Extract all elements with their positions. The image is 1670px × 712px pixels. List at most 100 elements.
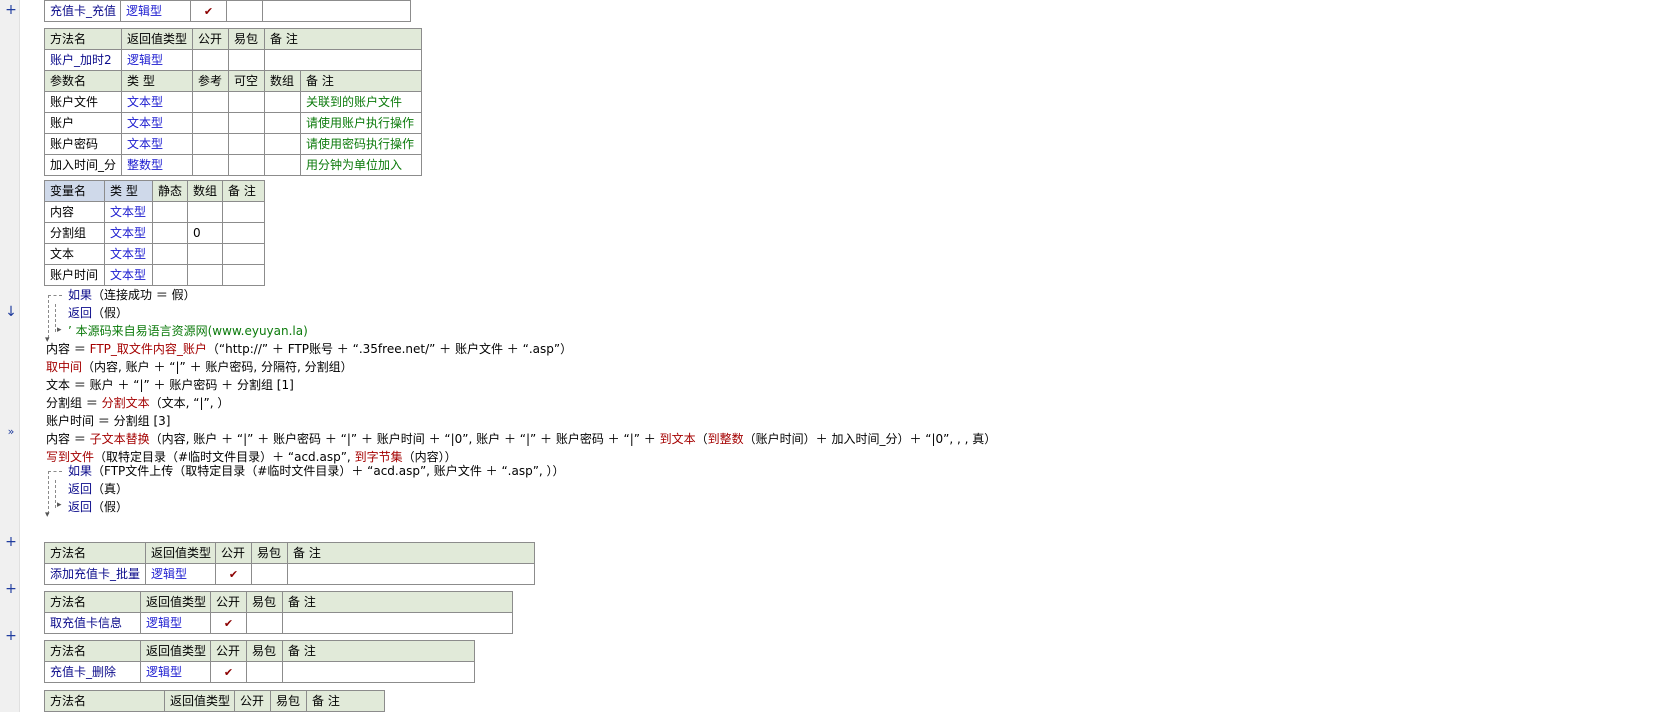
note-cell[interactable] <box>282 612 513 634</box>
code-line[interactable]: 取中间（内容, 账户 ＋ “|” ＋ 账户密码, 分隔符, 分割组） <box>46 359 353 376</box>
var-array[interactable] <box>187 243 223 265</box>
param-name[interactable]: 账户文件 <box>44 91 122 113</box>
param-note[interactable]: 请使用账户执行操作 <box>299 112 423 134</box>
code-line[interactable]: 如果（FTP文件上传（取特定目录（#临时文件目录）＋ “acd.asp”, 账户… <box>68 463 565 480</box>
public-cell[interactable] <box>192 49 229 71</box>
var-note-cell[interactable] <box>222 243 265 265</box>
return-type[interactable]: 逻辑型 <box>120 0 191 22</box>
code-line[interactable]: 返回（假） <box>68 499 128 516</box>
var-array[interactable] <box>187 264 223 286</box>
param-optional-cell[interactable] <box>228 154 265 176</box>
param-ref-cell[interactable] <box>192 154 229 176</box>
note-cell[interactable] <box>282 661 475 683</box>
var-name[interactable]: 分割组 <box>44 222 105 244</box>
variable-row[interactable]: 账户时间 文本型 <box>44 264 265 286</box>
param-type[interactable]: 整数型 <box>121 154 193 176</box>
var-static-cell[interactable] <box>152 243 188 265</box>
var-name[interactable]: 账户时间 <box>44 264 105 286</box>
var-type[interactable]: 文本型 <box>104 264 153 286</box>
return-type[interactable]: 逻辑型 <box>140 612 211 634</box>
code-line[interactable]: 账户时间 ＝ 分割组 [3] <box>46 413 170 430</box>
code-line[interactable]: 返回（真） <box>68 481 128 498</box>
code-comment-line[interactable]: ’ 本源码来自易语言资源网(www.eyuyan.la) <box>68 323 308 340</box>
param-ref-cell[interactable] <box>192 133 229 155</box>
variable-row[interactable]: 分割组 文本型 0 <box>44 222 265 244</box>
header-public: 公开 <box>210 591 247 613</box>
param-type[interactable]: 文本型 <box>121 133 193 155</box>
param-name[interactable]: 账户 <box>44 112 122 134</box>
public-checkmark-icon[interactable]: ✔ <box>215 563 252 585</box>
public-checkmark-icon[interactable]: ✔ <box>210 661 247 683</box>
note-cell[interactable] <box>262 0 411 22</box>
code-line[interactable]: 文本 ＝ 账户 ＋ “|” ＋ 账户密码 ＋ 分割组 [1] <box>46 377 294 394</box>
param-name[interactable]: 账户密码 <box>44 133 122 155</box>
param-array-cell[interactable] <box>264 133 301 155</box>
param-type[interactable]: 文本型 <box>121 112 193 134</box>
expand-icon[interactable]: + <box>4 629 18 643</box>
code-line[interactable]: 分割组 ＝ 分割文本（文本, “|”, ） <box>46 395 229 412</box>
param-ref-cell[interactable] <box>192 91 229 113</box>
param-array-cell[interactable] <box>264 91 301 113</box>
expand-icon[interactable]: + <box>4 535 18 549</box>
var-type[interactable]: 文本型 <box>104 243 153 265</box>
var-array[interactable] <box>187 201 223 223</box>
var-static-cell[interactable] <box>152 222 188 244</box>
code-line[interactable]: 返回（假） <box>68 305 128 322</box>
var-type[interactable]: 文本型 <box>104 222 153 244</box>
variable-row[interactable]: 内容 文本型 <box>44 201 265 223</box>
function-name: 子文本替换 <box>89 432 150 446</box>
var-name[interactable]: 内容 <box>44 201 105 223</box>
note-cell[interactable] <box>263 49 423 71</box>
return-type[interactable]: 逻辑型 <box>145 563 216 585</box>
epack-cell[interactable] <box>246 612 283 634</box>
expand-icon[interactable]: + <box>4 3 18 17</box>
param-array-cell[interactable] <box>264 154 301 176</box>
variable-row[interactable]: 文本 文本型 <box>44 243 265 265</box>
code-line[interactable]: 内容 ＝ FTP_取文件内容_账户（“http://” ＋ FTP账号 ＋ “.… <box>46 341 572 358</box>
public-checkmark-icon[interactable]: ✔ <box>210 612 247 634</box>
param-note[interactable]: 用分钟为单位加入 <box>299 154 423 176</box>
param-optional-cell[interactable] <box>228 112 265 134</box>
param-note[interactable]: 关联到的账户文件 <box>299 91 423 113</box>
var-static-cell[interactable] <box>152 201 188 223</box>
code-line[interactable]: 如果（连接成功 ＝ 假） <box>68 287 196 304</box>
method-name[interactable]: 添加充值卡_批量 <box>44 563 146 585</box>
public-checkmark-icon[interactable]: ✔ <box>190 0 227 22</box>
method-name[interactable]: 充值卡_充值 <box>44 0 121 22</box>
param-row[interactable]: 账户密码 文本型 请使用密码执行操作 <box>44 133 423 155</box>
method-name[interactable]: 取充值卡信息 <box>44 612 141 634</box>
param-note[interactable]: 请使用密码执行操作 <box>299 133 423 155</box>
epack-cell[interactable] <box>251 563 288 585</box>
method-name[interactable]: 账户_加时2 <box>44 49 122 71</box>
param-ref-cell[interactable] <box>192 112 229 134</box>
param-row[interactable]: 账户 文本型 请使用账户执行操作 <box>44 112 423 134</box>
var-static-cell[interactable] <box>152 264 188 286</box>
header-note: 备 注 <box>282 640 475 662</box>
param-optional-cell[interactable] <box>228 133 265 155</box>
method-name[interactable]: 充值卡_删除 <box>44 661 141 683</box>
epack-cell[interactable] <box>228 49 265 71</box>
var-array[interactable]: 0 <box>187 222 223 244</box>
code-line[interactable]: 内容 ＝ 子文本替换（内容, 账户 ＋ “|” ＋ 账户密码 ＋ “|” ＋ 账… <box>46 431 996 448</box>
current-line-icon[interactable]: » <box>4 425 18 439</box>
param-row[interactable]: 账户文件 文本型 关联到的账户文件 <box>44 91 423 113</box>
var-note-cell[interactable] <box>222 222 265 244</box>
var-note-cell[interactable] <box>222 264 265 286</box>
header-note: 备 注 <box>306 690 385 712</box>
note-cell[interactable] <box>287 563 535 585</box>
var-note-cell[interactable] <box>222 201 265 223</box>
epack-cell[interactable] <box>246 661 283 683</box>
param-row[interactable]: 加入时间_分 整数型 用分钟为单位加入 <box>44 154 423 176</box>
breakpoint-arrow-icon[interactable]: ↓ <box>4 305 18 319</box>
expand-icon[interactable]: + <box>4 582 18 596</box>
var-type[interactable]: 文本型 <box>104 201 153 223</box>
param-type[interactable]: 文本型 <box>121 91 193 113</box>
param-name[interactable]: 加入时间_分 <box>44 154 122 176</box>
param-optional-cell[interactable] <box>228 91 265 113</box>
return-type[interactable]: 逻辑型 <box>140 661 211 683</box>
epack-cell[interactable] <box>226 0 263 22</box>
var-name[interactable]: 文本 <box>44 243 105 265</box>
header-return-type: 返回值类型 <box>164 690 235 712</box>
param-array-cell[interactable] <box>264 112 301 134</box>
return-type[interactable]: 逻辑型 <box>121 49 193 71</box>
